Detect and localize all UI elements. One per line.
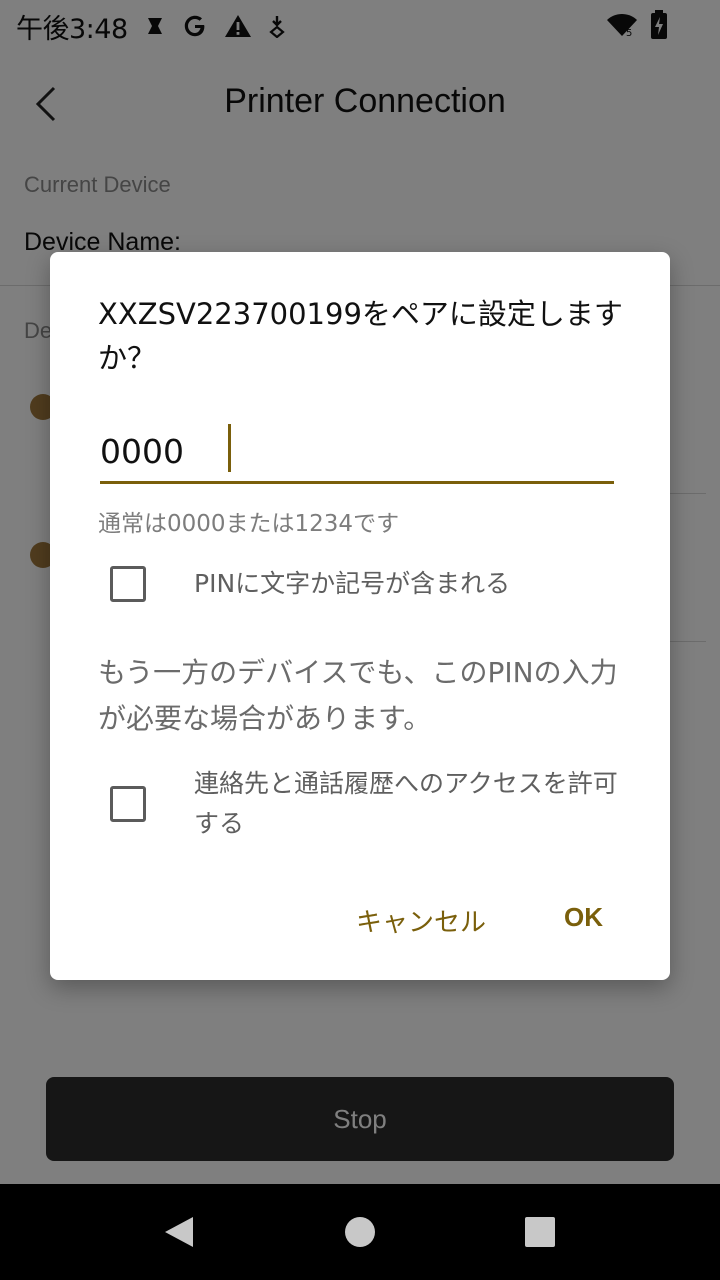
cancel-button[interactable]: キャンセル (356, 902, 486, 939)
contacts-access-label: 連絡先と通話履歴へのアクセスを許可する (194, 769, 618, 838)
nav-home-icon[interactable] (345, 1217, 375, 1247)
ok-button[interactable]: OK (564, 902, 603, 933)
pin-note: もう一方のデバイスでも、このPINの入力が必要な場合があります。 (98, 656, 618, 735)
pin-chars-checkbox[interactable] (110, 566, 146, 602)
contacts-access-checkbox[interactable] (110, 786, 146, 822)
nav-back-icon[interactable] (163, 1215, 195, 1253)
pin-chars-row[interactable]: PINに文字か記号が含まれる (110, 566, 510, 602)
nav-recents-icon[interactable] (525, 1217, 555, 1247)
pin-input[interactable] (100, 422, 614, 484)
dialog-title: XXZSV223700199をペアに設定しますか？ (98, 297, 623, 375)
pin-chars-label: PINに文字か記号が含まれる (194, 569, 511, 598)
contacts-access-row[interactable]: 連絡先と通話履歴へのアクセスを許可する (110, 769, 618, 838)
navigation-bar (0, 1184, 720, 1280)
pairing-dialog: XXZSV223700199をペアに設定しますか？ 通常は0000または1234… (50, 252, 670, 980)
pin-hint: 通常は0000または1234です (98, 511, 400, 537)
text-cursor (228, 424, 231, 472)
